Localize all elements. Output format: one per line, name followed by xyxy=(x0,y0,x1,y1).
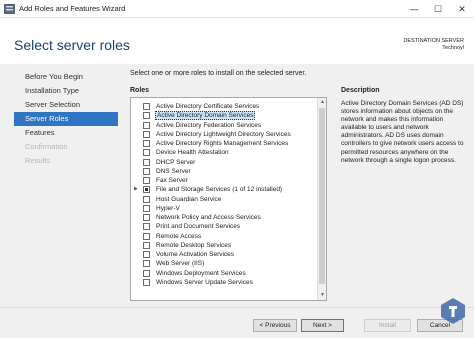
role-row[interactable]: Device Health Attestation xyxy=(131,148,317,157)
role-label: Active Directory Certificate Services xyxy=(156,103,260,110)
nav-item-confirmation: Confirmation xyxy=(25,142,68,151)
roles-list[interactable]: Active Directory Certificate Services Act… xyxy=(130,97,327,301)
maximize-button[interactable]: ☐ xyxy=(426,0,450,18)
nav-item-server-roles[interactable]: Server Roles xyxy=(14,112,118,126)
nav-item-installation-type[interactable]: Installation Type xyxy=(14,84,118,98)
previous-button[interactable]: < Previous xyxy=(253,319,297,332)
role-checkbox[interactable] xyxy=(143,112,150,120)
role-row[interactable]: Volume Activation Services xyxy=(131,250,317,259)
description-heading: Description xyxy=(341,87,380,94)
close-button[interactable]: ✕ xyxy=(450,0,474,18)
wizard-footer: < Previous Next > Install Cancel xyxy=(0,307,474,338)
next-button[interactable]: Next > xyxy=(301,319,344,332)
expand-arrow-icon[interactable]: ▶ xyxy=(134,186,141,192)
role-row[interactable]: Active Directory Certificate Services xyxy=(131,102,317,111)
role-checkbox[interactable] xyxy=(143,260,150,268)
destination-server-label: DESTINATION SERVER xyxy=(403,38,464,44)
description-text: Active Directory Domain Services (AD DS)… xyxy=(341,100,464,164)
role-checkbox[interactable] xyxy=(143,241,150,249)
role-checkbox[interactable] xyxy=(143,269,150,277)
role-checkbox[interactable] xyxy=(143,251,150,258)
role-row[interactable]: Active Directory Rights Management Servi… xyxy=(131,139,317,148)
role-label: DHCP Server xyxy=(156,158,196,166)
role-label: Active Directory Domain Services xyxy=(155,111,256,121)
role-label: Host Guardian Service xyxy=(156,195,222,203)
scroll-down-arrow-icon[interactable]: ▼ xyxy=(318,291,326,300)
install-button[interactable]: Install xyxy=(364,319,411,332)
role-checkbox[interactable] xyxy=(143,103,150,110)
checkbox-indeterminate-mark xyxy=(145,188,148,192)
role-row[interactable]: Windows Server Update Services xyxy=(131,278,317,287)
role-row[interactable]: Fax Server xyxy=(131,176,317,185)
role-label: Remote Access xyxy=(156,232,202,240)
nav-item-features[interactable]: Features xyxy=(14,126,118,140)
nav-item-server-selection[interactable]: Server Selection xyxy=(14,98,118,112)
role-row[interactable]: Print and Document Services xyxy=(131,222,317,231)
role-checkbox[interactable] xyxy=(143,121,150,129)
role-row[interactable]: Remote Desktop Services xyxy=(131,241,317,250)
role-checkbox[interactable] xyxy=(143,167,150,175)
role-label: Print and Document Services xyxy=(156,223,241,231)
role-row[interactable]: Windows Deployment Services xyxy=(131,269,317,278)
scroll-thumb[interactable] xyxy=(319,108,325,284)
role-checkbox[interactable] xyxy=(143,223,150,231)
role-label: DNS Server xyxy=(156,167,191,175)
scroll-up-arrow-icon[interactable]: ▲ xyxy=(318,98,326,107)
role-label: Remote Desktop Services xyxy=(156,241,232,249)
role-checkbox[interactable] xyxy=(143,158,150,166)
role-row[interactable]: Active Directory Federation Services xyxy=(131,121,317,130)
role-label: Network Policy and Access Services xyxy=(156,214,261,221)
role-checkbox[interactable] xyxy=(143,186,150,194)
role-checkbox[interactable] xyxy=(143,195,150,203)
role-label: Web Server (IIS) xyxy=(156,260,205,268)
page-title: Select server roles xyxy=(14,37,130,53)
role-label: Device Health Attestation xyxy=(156,149,229,157)
role-row[interactable]: Host Guardian Service xyxy=(131,195,317,204)
role-checkbox[interactable] xyxy=(143,177,150,184)
minimize-button[interactable]: — xyxy=(402,0,426,18)
title-bar: Add Roles and Features Wizard — ☐ ✕ xyxy=(0,0,474,18)
role-label: File and Storage Services (1 of 12 insta… xyxy=(156,186,283,194)
role-label: Active Directory Federation Services xyxy=(156,121,262,129)
destination-server-value: Technoyl xyxy=(442,45,464,51)
role-checkbox[interactable] xyxy=(143,214,150,221)
role-label: Windows Deployment Services xyxy=(156,269,246,277)
wizard-header: Select server roles DESTINATION SERVER T… xyxy=(0,18,474,64)
instruction-text: Select one or more roles to install on t… xyxy=(130,70,307,77)
role-row[interactable]: Active Directory Domain Services xyxy=(131,111,317,121)
role-checkbox[interactable] xyxy=(143,130,150,138)
role-row[interactable]: Hyper-V xyxy=(131,204,317,213)
watermark-logo-icon xyxy=(441,298,465,324)
role-row[interactable]: Web Server (IIS) xyxy=(131,259,317,268)
role-checkbox[interactable] xyxy=(143,278,150,286)
nav-item-before-you-begin[interactable]: Before You Begin xyxy=(14,70,118,84)
role-label: Active Directory Rights Management Servi… xyxy=(156,140,289,147)
role-checkbox[interactable] xyxy=(143,204,150,212)
window-title: Add Roles and Features Wizard xyxy=(19,4,126,13)
role-checkbox[interactable] xyxy=(143,149,150,157)
role-label: Active Directory Lightweight Directory S… xyxy=(156,130,291,138)
server-manager-icon xyxy=(4,4,15,14)
role-checkbox[interactable] xyxy=(143,232,150,240)
role-row[interactable]: Remote Access xyxy=(131,232,317,241)
role-row[interactable]: DNS Server xyxy=(131,167,317,176)
role-label: Windows Server Update Services xyxy=(156,278,253,286)
roles-scrollbar[interactable]: ▲ ▼ xyxy=(317,98,326,300)
role-row[interactable]: ▶ File and Storage Services (1 of 12 inst… xyxy=(131,185,317,194)
role-label: Fax Server xyxy=(156,177,188,184)
role-label: Hyper-V xyxy=(156,204,180,212)
role-checkbox[interactable] xyxy=(143,140,150,147)
wizard-nav: Before You Begin Installation Type Server … xyxy=(14,70,118,168)
roles-heading: Roles xyxy=(130,87,150,94)
role-row[interactable]: DHCP Server xyxy=(131,158,317,167)
role-label: Volume Activation Services xyxy=(156,251,235,258)
role-row[interactable]: Active Directory Lightweight Directory S… xyxy=(131,130,317,139)
role-row[interactable]: Network Policy and Access Services xyxy=(131,213,317,222)
nav-item-results: Results xyxy=(25,156,51,165)
